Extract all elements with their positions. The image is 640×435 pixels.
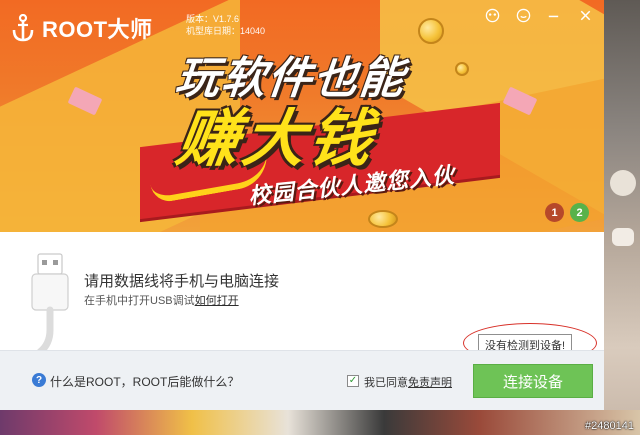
usb-debug-hint: 在手机中打开USB调试如何打开 [84, 292, 239, 308]
coin-decoration [455, 62, 469, 76]
app-name: ROOT大师 [42, 17, 153, 42]
desktop-decoration [612, 228, 634, 246]
watermark: #2480141 [585, 420, 634, 432]
connect-instruction: 请用数据线将手机与电脑连接 [84, 273, 280, 290]
promo-banner[interactable]: ROOT大师 版本：V1.7.6 机型库日期：14040 玩软件也能 赚大钱 校… [0, 0, 604, 232]
banner-page-1[interactable]: 1 [545, 203, 564, 222]
coin-decoration [368, 210, 398, 228]
close-icon[interactable] [577, 7, 593, 23]
desktop-strip [0, 410, 640, 435]
coin-decoration [418, 18, 444, 44]
how-to-enable-link[interactable]: 如何打开 [195, 295, 239, 307]
screenshot: #2480141 ROOT大师 版本：V1.7.6 机型库日期：14040 玩软… [0, 0, 640, 435]
root-master-window: ROOT大师 版本：V1.7.6 机型库日期：14040 玩软件也能 赚大钱 校… [0, 0, 604, 410]
usb-debug-text: 在手机中打开USB调试 [84, 295, 195, 307]
anchor-logo-icon [12, 14, 34, 42]
help-icon[interactable]: ? [32, 373, 46, 387]
disclaimer-link[interactable]: 免责声明 [408, 377, 452, 389]
usb-cable-icon [31, 253, 69, 356]
agree-text: 我已同意 [364, 377, 408, 389]
minimize-icon[interactable] [545, 7, 561, 23]
skin-icon[interactable] [484, 7, 500, 23]
version-label: 版本：V1.7.6 [186, 14, 240, 24]
version-info: 版本：V1.7.6 机型库日期：14040 [186, 13, 265, 37]
agree-checkbox[interactable]: ✓ [347, 375, 359, 387]
desktop-background [604, 0, 640, 435]
feedback-icon[interactable] [515, 7, 531, 23]
app-logo: ROOT大师 [12, 12, 153, 44]
connect-device-button[interactable]: 连接设备 [473, 364, 593, 398]
db-date-label: 机型库日期：14040 [186, 26, 266, 36]
footer-bar: ? 什么是ROOT，ROOT后能做什么？ ✓ 我已同意免责声明 连接设备 [0, 350, 604, 410]
banner-headline-main: 赚大钱 [172, 105, 380, 174]
desktop-decoration [610, 170, 636, 196]
banner-page-2[interactable]: 2 [570, 203, 589, 222]
what-is-root-link[interactable]: 什么是ROOT，ROOT后能做什么？ [50, 373, 239, 390]
agree-label: 我已同意免责声明 [364, 374, 452, 390]
